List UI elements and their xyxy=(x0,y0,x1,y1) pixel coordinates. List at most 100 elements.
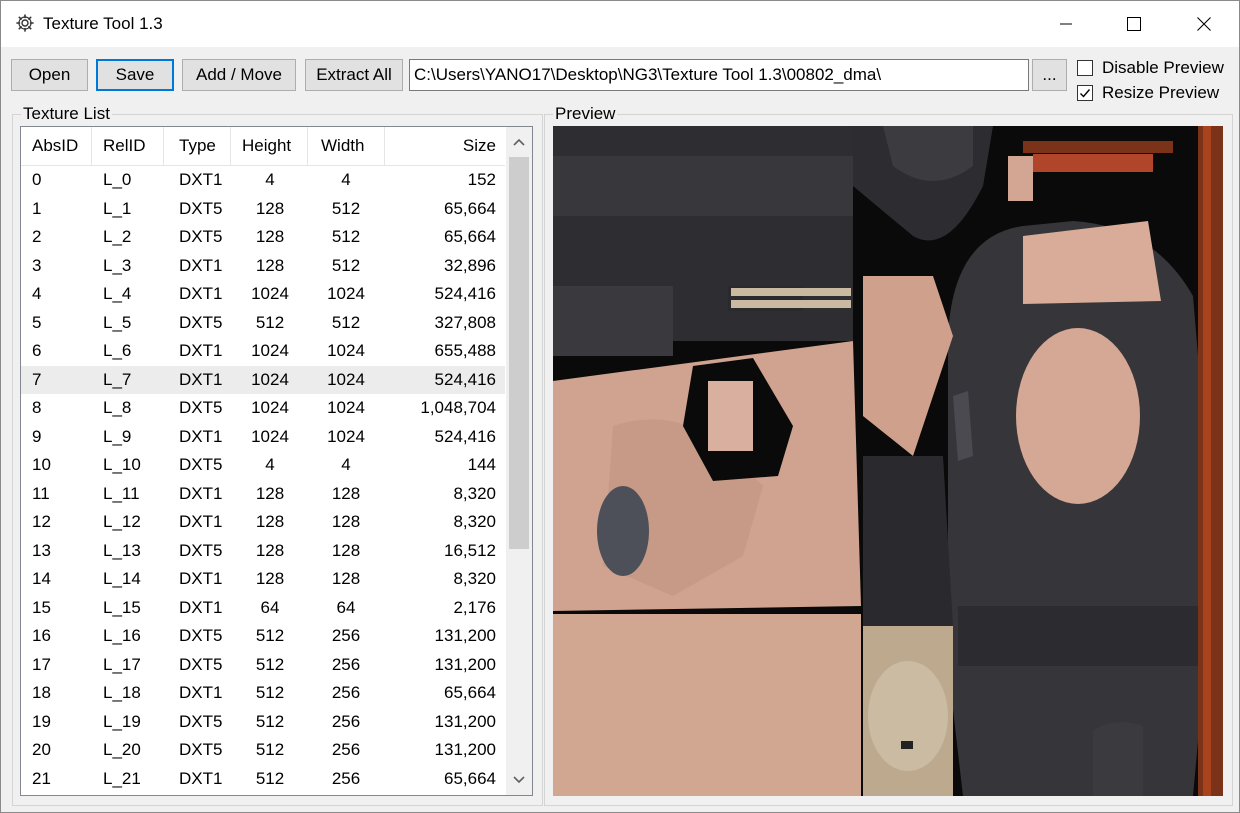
table-row[interactable]: 1 L_1 DXT5 128 512 65,664 xyxy=(21,195,505,224)
save-button[interactable]: Save xyxy=(96,59,174,91)
table-cell-relid: L_20 xyxy=(103,740,141,759)
path-input[interactable] xyxy=(409,59,1029,91)
checkbox-unchecked-icon[interactable] xyxy=(1077,60,1093,76)
table-row[interactable]: 15 L_15 DXT1 64 64 2,176 xyxy=(21,594,505,623)
table-cell-width: 1024 xyxy=(327,369,365,389)
table-cell-size: 131,200 xyxy=(434,626,496,645)
table-cell-absid: 16 xyxy=(32,626,51,645)
table-cell-width: 128 xyxy=(331,569,361,588)
table-cell-relid: L_13 xyxy=(103,540,141,560)
table-cell-width: 256 xyxy=(331,654,361,674)
table-cell-type: DXT5 xyxy=(179,540,223,560)
table-cell-width: 128 xyxy=(331,512,361,531)
table-cell-size: 8,320 xyxy=(453,483,496,503)
table-cell-size: 1,048,704 xyxy=(420,398,496,417)
table-cell-height: 512 xyxy=(255,711,285,731)
table-cell-relid: L_14 xyxy=(103,569,141,588)
resize-preview-checkbox[interactable]: Resize Preview xyxy=(1077,83,1219,103)
table-cell-absid: 0 xyxy=(32,170,42,189)
table-cell-absid: 3 xyxy=(32,255,42,275)
maximize-button[interactable] xyxy=(1099,1,1169,47)
table-row[interactable]: 17 L_17 DXT5 512 256 131,200 xyxy=(21,651,505,680)
table-cell-relid: L_19 xyxy=(103,711,141,731)
table-cell-size: 524,416 xyxy=(434,426,496,446)
table-row[interactable]: 14 L_14 DXT1 128 128 8,320 xyxy=(21,565,505,594)
add-move-button[interactable]: Add / Move xyxy=(182,59,296,91)
table-cell-absid: 12 xyxy=(32,512,51,531)
app-window: Texture Tool 1.3 Open Save Add / Move Ex… xyxy=(0,0,1240,813)
table-row[interactable]: 12 L_12 DXT1 128 128 8,320 xyxy=(21,508,505,537)
column-header-size[interactable]: Size xyxy=(385,127,505,165)
table-row[interactable]: 21 L_21 DXT1 512 256 65,664 xyxy=(21,765,505,794)
table-cell-size: 8,320 xyxy=(453,569,496,588)
table-cell-absid: 9 xyxy=(32,426,42,446)
table-cell-width: 128 xyxy=(331,540,361,560)
extract-all-button[interactable]: Extract All xyxy=(305,59,403,91)
table-cell-absid: 14 xyxy=(32,569,51,588)
table-cell-type: DXT5 xyxy=(179,312,223,332)
table-row[interactable]: 6 L_6 DXT1 1024 1024 655,488 xyxy=(21,337,505,366)
table-cell-absid: 6 xyxy=(32,341,42,360)
table-row[interactable]: 18 L_18 DXT1 512 256 65,664 xyxy=(21,679,505,708)
table-row[interactable]: 16 L_16 DXT5 512 256 131,200 xyxy=(21,622,505,651)
table-cell-relid: L_0 xyxy=(103,170,132,189)
table-cell-type: DXT1 xyxy=(179,341,223,360)
scroll-up-button[interactable] xyxy=(506,129,532,155)
table-cell-relid: L_10 xyxy=(103,455,141,474)
table-row[interactable]: 2 L_2 DXT5 128 512 65,664 xyxy=(21,223,505,252)
disable-preview-checkbox[interactable]: Disable Preview xyxy=(1077,58,1224,78)
list-scrollbar[interactable] xyxy=(506,127,532,795)
table-cell-type: DXT5 xyxy=(179,455,223,474)
table-cell-absid: 17 xyxy=(32,654,51,674)
table-cell-absid: 18 xyxy=(32,683,51,702)
table-cell-type: DXT5 xyxy=(179,227,223,246)
table-row[interactable]: 0 L_0 DXT1 4 4 152 xyxy=(21,166,505,195)
title-bar[interactable]: Texture Tool 1.3 xyxy=(1,1,1239,47)
texture-rows: 0 L_0 DXT1 4 4 152 1 L_1 DXT5 128 512 65,664 2 L_2 DXT… xyxy=(21,166,505,793)
table-row[interactable]: 9 L_9 DXT1 1024 1024 524,416 xyxy=(21,423,505,452)
table-cell-height: 1024 xyxy=(251,398,289,417)
table-row[interactable]: 10 L_10 DXT5 4 4 144 xyxy=(21,451,505,480)
table-cell-size: 65,664 xyxy=(444,227,496,246)
close-button[interactable] xyxy=(1169,1,1239,47)
table-row[interactable]: 11 L_11 DXT1 128 128 8,320 xyxy=(21,480,505,509)
checkmark-icon[interactable] xyxy=(1077,85,1093,101)
table-cell-height: 512 xyxy=(255,626,285,645)
table-cell-width: 512 xyxy=(331,312,361,332)
table-cell-size: 65,664 xyxy=(444,683,496,702)
table-row[interactable]: 3 L_3 DXT1 128 512 32,896 xyxy=(21,252,505,281)
table-row[interactable]: 19 L_19 DXT5 512 256 131,200 xyxy=(21,708,505,737)
column-header-relid[interactable]: RelID xyxy=(92,127,164,165)
minimize-button[interactable] xyxy=(1031,1,1101,47)
table-row[interactable]: 8 L_8 DXT5 1024 1024 1,048,704 xyxy=(21,394,505,423)
texture-list[interactable]: AbsID RelID Type Height Width Size 0 L_0 D… xyxy=(20,126,533,796)
table-cell-height: 1024 xyxy=(251,426,289,446)
table-row[interactable]: 13 L_13 DXT5 128 128 16,512 xyxy=(21,537,505,566)
table-cell-size: 131,200 xyxy=(434,711,496,731)
table-cell-absid: 13 xyxy=(32,540,51,560)
table-cell-height: 128 xyxy=(255,227,285,246)
table-row[interactable]: 5 L_5 DXT5 512 512 327,808 xyxy=(21,309,505,338)
table-cell-height: 128 xyxy=(255,255,285,275)
column-header-width[interactable]: Width xyxy=(308,127,385,165)
table-cell-type: DXT1 xyxy=(179,369,223,389)
table-row[interactable]: 20 L_20 DXT5 512 256 131,200 xyxy=(21,736,505,765)
column-header-type[interactable]: Type xyxy=(164,127,231,165)
scroll-down-button[interactable] xyxy=(506,767,532,793)
table-cell-height: 512 xyxy=(255,683,285,702)
table-cell-absid: 1 xyxy=(32,198,42,218)
open-button[interactable]: Open xyxy=(11,59,88,91)
table-cell-type: DXT1 xyxy=(179,255,223,275)
table-row[interactable]: 7 L_7 DXT1 1024 1024 524,416 xyxy=(21,365,505,394)
browse-button[interactable]: ... xyxy=(1032,59,1067,91)
column-header-height[interactable]: Height xyxy=(231,127,308,165)
texture-preview-canvas xyxy=(553,126,1223,796)
table-cell-size: 144 xyxy=(467,455,496,474)
table-row[interactable]: 4 L_4 DXT1 1024 1024 524,416 xyxy=(21,280,505,309)
scroll-thumb[interactable] xyxy=(509,157,529,549)
table-cell-type: DXT1 xyxy=(179,597,223,617)
table-cell-absid: 5 xyxy=(32,312,42,332)
column-header-absid[interactable]: AbsID xyxy=(21,127,92,165)
table-cell-height: 512 xyxy=(255,740,285,759)
table-cell-type: DXT1 xyxy=(179,768,223,788)
